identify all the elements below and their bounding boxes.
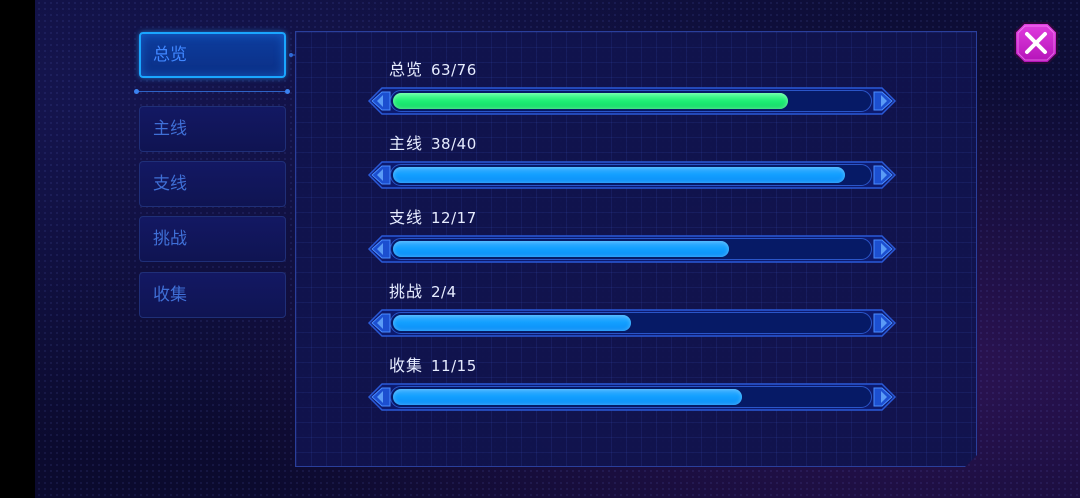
progress-name: 收集	[389, 356, 424, 375]
tab-label: 主线	[153, 119, 187, 139]
tab-collection[interactable]: 收集	[139, 272, 286, 318]
progress-bar	[367, 161, 897, 189]
progress-count: 2/4	[431, 283, 457, 301]
progress-count: 11/15	[431, 357, 477, 375]
progress-fill	[393, 315, 631, 331]
progress-count: 63/76	[431, 61, 477, 79]
tab-main-quest[interactable]: 主线	[139, 106, 286, 152]
tab-challenge[interactable]: 挑战	[139, 216, 286, 262]
progress-name: 支线	[389, 208, 424, 227]
progress-label: 总览 63/76	[389, 60, 477, 80]
progress-bar	[367, 87, 897, 115]
progress-bar	[367, 309, 897, 337]
active-tab-divider	[134, 89, 290, 94]
progress-track	[390, 164, 872, 186]
progress-bar	[367, 235, 897, 263]
progress-track	[390, 386, 872, 408]
tab-connector-icon	[289, 53, 296, 57]
tab-label: 挑战	[153, 229, 187, 249]
progress-count: 38/40	[431, 135, 477, 153]
progress-screen: 总览 主线 支线 挑战 收集 总览 63/76 主线 38/40 支线 12/1…	[0, 0, 1080, 498]
tab-label: 总览	[153, 45, 187, 65]
progress-name: 主线	[389, 134, 424, 153]
progress-fill	[393, 389, 742, 405]
progress-label: 收集 11/15	[389, 356, 477, 376]
progress-bar	[367, 383, 897, 411]
screen-edge	[0, 0, 35, 498]
progress-label: 主线 38/40	[389, 134, 477, 154]
progress-fill	[393, 167, 845, 183]
progress-fill	[393, 241, 729, 257]
tab-side-quest[interactable]: 支线	[139, 161, 286, 207]
progress-fill	[393, 93, 788, 109]
close-x-icon[interactable]	[1014, 22, 1058, 64]
progress-track	[390, 312, 872, 334]
progress-label: 挑战 2/4	[389, 282, 457, 302]
tab-label: 收集	[153, 285, 187, 305]
tab-label: 支线	[153, 174, 187, 194]
progress-track	[390, 238, 872, 260]
progress-count: 12/17	[431, 209, 477, 227]
progress-name: 总览	[389, 60, 424, 79]
tab-overview[interactable]: 总览	[139, 32, 286, 78]
progress-name: 挑战	[389, 282, 424, 301]
progress-label: 支线 12/17	[389, 208, 477, 228]
progress-track	[390, 90, 872, 112]
